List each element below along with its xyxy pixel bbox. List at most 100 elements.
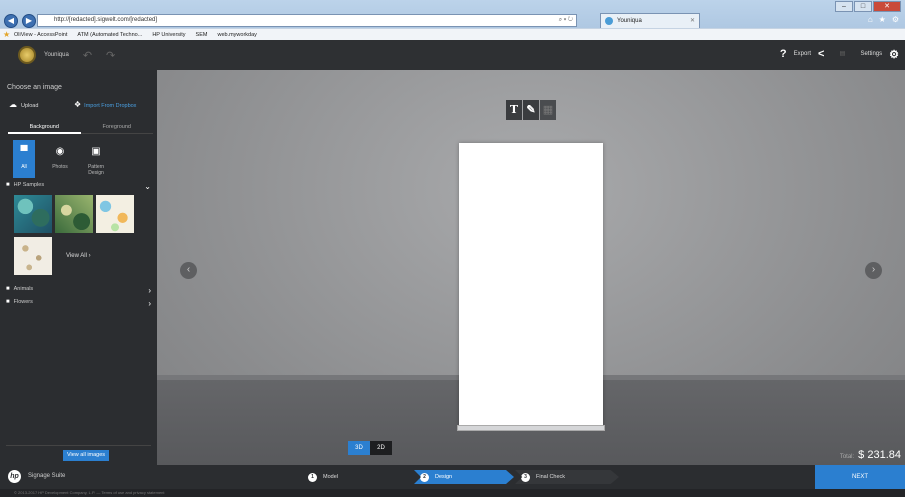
view-2d-button[interactable]: 2D — [370, 441, 392, 455]
folder-animals[interactable]: ■ Animals › — [6, 286, 151, 295]
rotate-left-icon[interactable]: ‹ — [180, 262, 197, 279]
text-tool-icon[interactable]: T — [506, 100, 522, 120]
header-actions: ? Export < ▤ Settings ⚙ — [780, 47, 899, 61]
home-icon[interactable]: ⌂ — [868, 15, 873, 24]
url-text: http://[redacted].sigwelt.com/[redacted] — [54, 17, 158, 23]
browser-tab[interactable]: Youniqua ✕ — [600, 13, 700, 28]
browser-chrome: – □ ✕ ◀ ▶ http://[redacted].sigwelt.com/… — [0, 0, 905, 40]
design-canvas: T ✎ ▦ ‹ › — [157, 70, 905, 465]
step-number: 3 — [521, 473, 530, 482]
type-pattern-design[interactable]: ▣ Pattern Design — [85, 140, 107, 177]
favorites-star-icon[interactable]: ★ — [3, 30, 10, 39]
tab-title: Youniqua — [617, 18, 642, 24]
left-panel: Choose an image ☁ Upload ❖ Import From Dro… — [0, 70, 157, 465]
favorites-icon[interactable]: ★ — [879, 15, 886, 24]
app-logo[interactable] — [18, 46, 36, 64]
canvas-toolbar: T ✎ ▦ — [506, 100, 556, 120]
total-value: $ 231.84 — [858, 449, 901, 461]
sample-thumbnail[interactable] — [55, 195, 93, 233]
chevron-right-icon: › — [148, 299, 151, 308]
sample-thumbnail[interactable] — [14, 237, 52, 275]
chevron-right-icon: › — [148, 286, 151, 295]
folder-label: Animals — [13, 286, 34, 292]
export-label[interactable]: Export — [794, 51, 811, 57]
pattern-icon: ▣ — [91, 145, 101, 157]
address-bar[interactable]: http://[redacted].sigwelt.com/[redacted]… — [37, 14, 577, 27]
view-mode-toggle: 3D 2D — [348, 441, 392, 455]
back-icon[interactable]: ◀ — [4, 14, 18, 28]
product-name: Signage Suite — [28, 473, 66, 479]
folder-icon: ■ — [6, 299, 10, 305]
settings-label[interactable]: Settings — [860, 51, 882, 57]
sample-thumbnails — [14, 195, 134, 233]
favorite-link[interactable]: HP University — [152, 32, 185, 38]
footer-legal: © 2013-2017 HP Development Company, L.P.… — [0, 489, 905, 497]
forward-icon[interactable]: ▶ — [22, 14, 36, 28]
type-photos[interactable]: ◉ Photos — [49, 140, 71, 174]
view-3d-button[interactable]: 3D — [348, 441, 370, 455]
hp-logo: hp — [8, 470, 21, 483]
share-icon[interactable]: < — [818, 48, 824, 60]
step-design[interactable]: 2 Design — [414, 470, 514, 484]
folder-label: Flowers — [13, 299, 33, 305]
tab-background[interactable]: Background — [8, 122, 81, 134]
folder-icon: ▀ — [13, 140, 35, 162]
maximize-button[interactable]: □ — [854, 1, 872, 12]
photo-icon: ◉ — [55, 145, 65, 157]
type-label: Pattern Design — [87, 164, 105, 176]
banner-stand-base — [457, 425, 605, 431]
dropbox-icon: ❖ — [74, 100, 82, 109]
view-all-label: View All — [66, 253, 87, 259]
step-final-check[interactable]: 3 Final Check — [515, 470, 619, 484]
choose-image-heading: Choose an image — [7, 84, 62, 91]
type-label: All — [21, 164, 27, 170]
dropbox-button[interactable]: ❖ Import From Dropbox — [74, 100, 136, 109]
divider — [6, 445, 151, 446]
app-name: Youniqua — [44, 52, 69, 58]
step-number: 1 — [308, 473, 317, 482]
favorite-link[interactable]: OliView - AccessPoint — [14, 32, 67, 38]
save-icon[interactable]: ▤ — [831, 47, 853, 61]
redo-icon[interactable]: ↷ — [106, 49, 115, 62]
refresh-icon[interactable]: ⌕ ▾ ↻ — [559, 15, 573, 26]
minimize-button[interactable]: – — [835, 1, 853, 12]
step-label: Design — [435, 474, 453, 480]
chevron-right-icon: › — [88, 253, 91, 259]
type-label: Photos — [52, 164, 68, 170]
undo-icon[interactable]: ↶ — [83, 49, 92, 62]
close-button[interactable]: ✕ — [873, 1, 901, 12]
rotate-right-icon[interactable]: › — [865, 262, 882, 279]
upload-cloud-icon: ☁ — [9, 100, 17, 109]
banner-preview[interactable] — [459, 143, 603, 427]
view-all-images-button[interactable]: View all images — [63, 450, 109, 461]
browser-tools: ⌂ ★ ⚙ — [868, 15, 899, 24]
gear-icon[interactable]: ⚙ — [889, 48, 899, 61]
upload-button[interactable]: ☁ Upload — [9, 100, 38, 109]
tab-close-icon[interactable]: ✕ — [690, 14, 695, 28]
next-button[interactable]: NEXT — [815, 465, 905, 489]
favorite-link[interactable]: ATM (Automated Techno... — [77, 32, 142, 38]
tab-favicon-icon — [605, 17, 613, 25]
chevron-down-icon: ⌄ — [144, 182, 151, 191]
folder-hp-samples[interactable]: ■ HP Samples ⌄ — [6, 182, 151, 191]
tab-foreground[interactable]: Foreground — [80, 122, 153, 134]
tools-gear-icon[interactable]: ⚙ — [892, 15, 899, 24]
step-label: Model — [323, 474, 338, 480]
pattern-tool-icon[interactable]: ▦ — [540, 100, 556, 120]
step-model[interactable]: 1 Model — [303, 470, 410, 484]
sample-thumbnail[interactable] — [96, 195, 134, 233]
step-number: 2 — [420, 473, 429, 482]
image-type-filters: ▀ All ◉ Photos ▣ Pattern Design — [13, 140, 107, 178]
favorite-link[interactable]: SEM — [196, 32, 208, 38]
bottom-bar: hp Signage Suite 1 Model 2 Design 3 Final C… — [0, 465, 905, 489]
dropbox-label: Import From Dropbox — [84, 103, 137, 109]
view-all-link[interactable]: View All › — [66, 253, 91, 259]
type-all[interactable]: ▀ All — [13, 140, 35, 178]
folder-flowers[interactable]: ■ Flowers › — [6, 299, 151, 308]
sample-thumbnail[interactable] — [14, 195, 52, 233]
layer-tabs: Background Foreground — [8, 122, 153, 134]
edit-tool-icon[interactable]: ✎ — [523, 100, 539, 120]
favorite-link[interactable]: web.myworkday — [217, 32, 256, 38]
step-label: Final Check — [536, 474, 566, 480]
help-icon[interactable]: ? — [780, 48, 787, 60]
